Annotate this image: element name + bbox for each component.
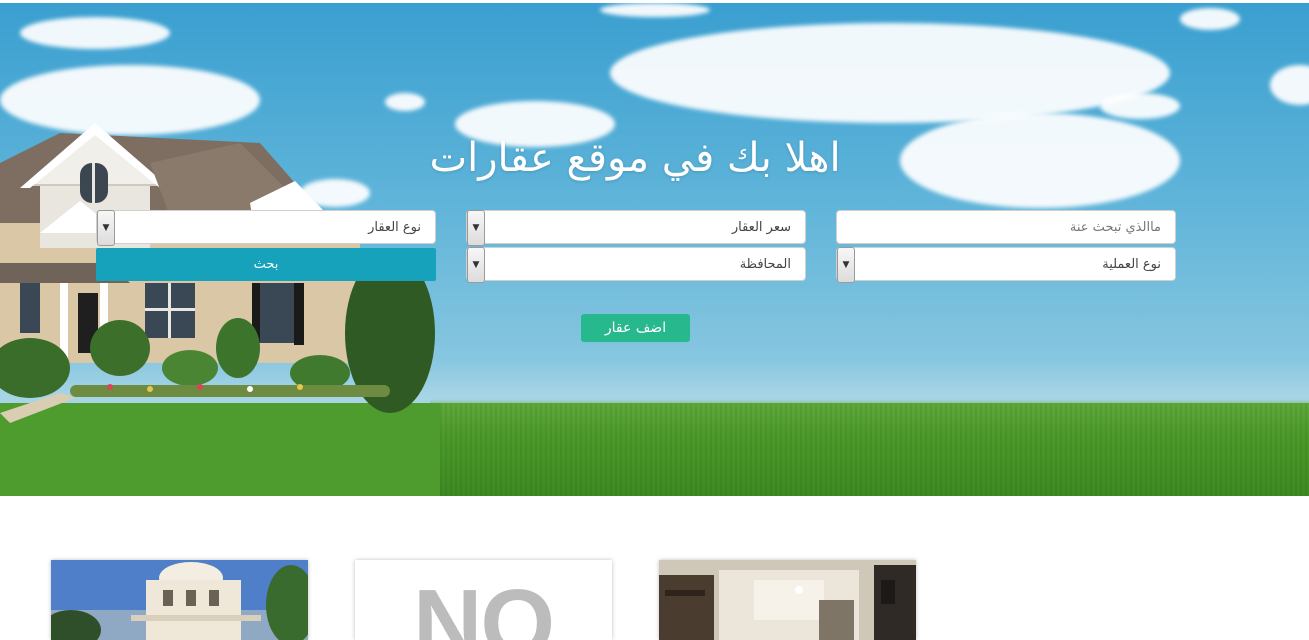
no-image-text: NO xyxy=(413,570,555,640)
operation-type-value: نوع العملية xyxy=(1102,256,1161,272)
cloud xyxy=(600,3,710,17)
hero-banner: اهلا بك في موقع عقارات ماالذي تبحث عنة ن… xyxy=(0,3,1309,496)
interior-photo[interactable] xyxy=(659,560,916,640)
cloud xyxy=(1180,8,1240,30)
cloud xyxy=(20,17,170,49)
cloud xyxy=(385,93,425,111)
cloud xyxy=(1100,93,1180,119)
governorate-value: المحافظة xyxy=(739,256,791,272)
no-image-placeholder[interactable]: NO xyxy=(355,560,612,640)
operation-type-select[interactable]: نوع العملية ▼ xyxy=(836,247,1176,283)
listing-card[interactable] xyxy=(51,560,308,640)
listing-card[interactable]: NO xyxy=(355,560,612,640)
property-price-value: سعر العقار xyxy=(731,219,791,235)
search-query-input[interactable]: ماالذي تبحث عنة xyxy=(836,210,1176,244)
cloud xyxy=(1270,65,1309,105)
chevron-down-icon[interactable]: ▼ xyxy=(467,247,485,283)
villa-photo[interactable] xyxy=(51,560,308,640)
property-type-value: نوع العقار xyxy=(368,219,421,235)
property-type-select[interactable]: نوع العقار ▼ xyxy=(96,210,436,246)
chevron-down-icon[interactable]: ▼ xyxy=(837,247,855,283)
add-property-button[interactable]: اضف عقار xyxy=(581,314,690,342)
governorate-select[interactable]: المحافظة ▼ xyxy=(466,247,806,283)
cloud xyxy=(610,23,1170,123)
chevron-down-icon[interactable]: ▼ xyxy=(97,210,115,246)
welcome-title: اهلا بك في موقع عقارات xyxy=(429,135,841,181)
cloud xyxy=(900,113,1180,208)
search-button[interactable]: بحث xyxy=(96,248,436,281)
chevron-down-icon[interactable]: ▼ xyxy=(467,210,485,246)
property-price-select[interactable]: سعر العقار ▼ xyxy=(466,210,806,246)
listing-card[interactable] xyxy=(659,560,916,640)
search-query-placeholder: ماالذي تبحث عنة xyxy=(1069,219,1161,235)
